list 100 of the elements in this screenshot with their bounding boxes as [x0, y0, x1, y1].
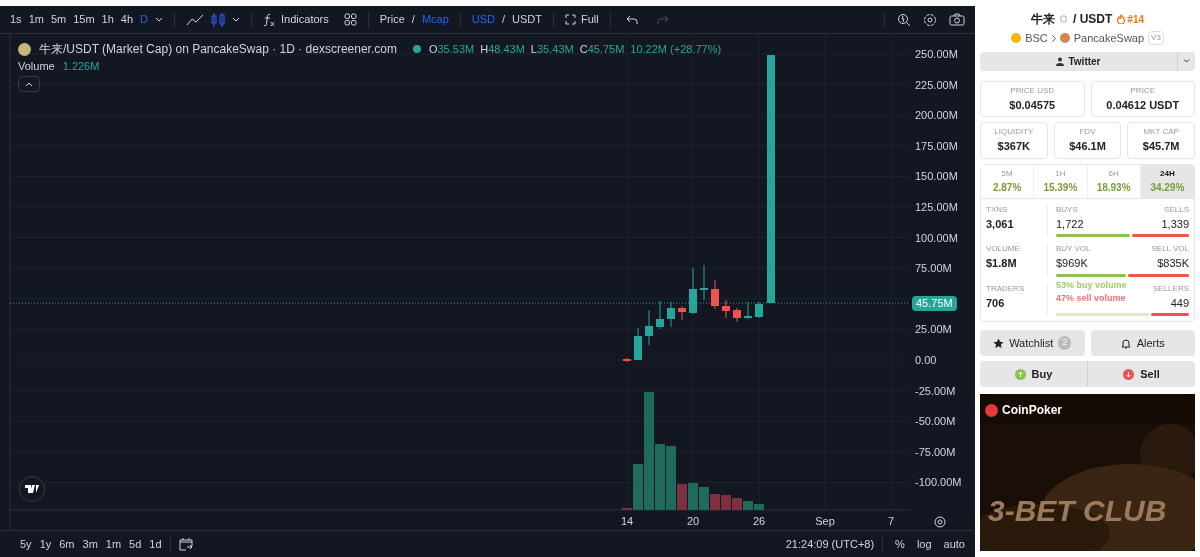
activity-label: SELL VOL [1151, 243, 1189, 255]
ohlc-value: H48.43M [480, 41, 525, 57]
activity-value: $835K [1157, 256, 1189, 271]
indicators-button[interactable]: Indicators [263, 11, 329, 28]
activity-value: 449 [1170, 295, 1189, 311]
stat-label: PRICE USD [1010, 84, 1055, 97]
stat-value: $367K [997, 139, 1031, 154]
y-axis-label: -25.00M [915, 384, 956, 397]
interval-button[interactable]: 15m [73, 11, 95, 28]
dex-name: PancakeSwap [1073, 31, 1145, 46]
range-button[interactable]: 1d [149, 535, 162, 553]
activity-value: $969K [1056, 256, 1088, 271]
scale-option[interactable]: auto [943, 535, 965, 553]
y-axis-label: 225.00M [915, 78, 958, 91]
alerts-button[interactable]: Alerts [1090, 330, 1195, 356]
candle [634, 327, 642, 361]
interval-button[interactable]: 1m [28, 11, 44, 28]
ohlc-value: C45.75M [579, 41, 625, 57]
pair-base: 牛来 [1031, 11, 1055, 28]
candle [733, 307, 741, 323]
timeframe-tab[interactable]: 24H 34.29% [1140, 164, 1194, 198]
count-badge: 2 [1058, 336, 1072, 350]
activity-value: 1,722 [1056, 216, 1084, 232]
x-axis-label: 14 [620, 515, 634, 527]
y-axis-label: -75.00M [915, 445, 956, 458]
interval-button[interactable]: 1s [10, 11, 22, 28]
volume-bar [688, 483, 698, 510]
y-axis-label: 0.00 [915, 354, 937, 366]
chevron-up-icon [25, 81, 33, 87]
ad-banner[interactable]: CoinPoker 3-BET CLUB [980, 394, 1195, 551]
interval-button[interactable]: D [140, 11, 149, 28]
price-mode-toggle[interactable]: Mcap [421, 11, 449, 28]
sell-button[interactable]: Sell [1087, 361, 1195, 387]
clock-time: 21:24:09 (UTC+8) [785, 536, 875, 552]
volume-label: Volume [18, 59, 55, 74]
stat-label: LIQUIDITY [994, 126, 1034, 138]
range-button[interactable]: 3m [82, 535, 98, 553]
slash: / [502, 12, 506, 28]
range-button[interactable]: 6m [59, 535, 75, 553]
trending-rank: #14 [1127, 12, 1144, 27]
stat-label: PRICE [1130, 84, 1155, 97]
y-axis-label: 125.00M [915, 201, 958, 213]
activity-value: $1.8M [986, 256, 1018, 271]
chain-name: BSC [1025, 31, 1048, 46]
buy-button[interactable]: Buy [980, 361, 1087, 387]
activity-label: BUYS [1056, 203, 1078, 216]
interval-button[interactable]: 5m [50, 11, 67, 28]
activity-label: SELLERS [1152, 282, 1189, 295]
candles-icon[interactable] [211, 11, 226, 28]
arrow-down-icon [1123, 368, 1135, 380]
y-axis-label: 200.00M [915, 109, 958, 122]
function-icon [263, 12, 276, 27]
flame-icon [1117, 14, 1126, 24]
range-button[interactable]: 1m [105, 535, 122, 553]
volume-bar [721, 495, 731, 510]
chevron-down-icon[interactable] [232, 17, 241, 22]
scale-option[interactable]: log [916, 535, 932, 553]
candle [700, 264, 708, 301]
settings-icon[interactable] [934, 516, 946, 528]
candle [711, 279, 719, 310]
line-chart-icon[interactable] [186, 13, 205, 26]
y-axis-label: -50.00M [915, 415, 956, 428]
stat-label: MKT CAP [1143, 126, 1179, 138]
watchlist-button[interactable]: Watchlist 2 [980, 330, 1085, 356]
activity-value: 3,061 [986, 216, 1015, 232]
interval-button[interactable]: 1h [101, 11, 114, 28]
y-axis-label: 25.00M [915, 323, 952, 336]
stat-value: $45.7M [1142, 139, 1180, 154]
range-button[interactable]: 5y [20, 535, 32, 553]
y-axis-label: -100.00M [915, 476, 962, 489]
camera-icon[interactable] [949, 13, 965, 26]
calendar-icon[interactable] [178, 537, 193, 551]
price-badge: 45.75M [912, 296, 957, 311]
price-mode-toggle[interactable]: Price [379, 11, 405, 28]
range-button[interactable]: 5d [129, 535, 142, 553]
interval-button[interactable]: 4h [120, 11, 134, 28]
ohlc-value: O35.53M [428, 41, 475, 57]
activity-label: VOLUME [986, 243, 1021, 255]
currency-toggle[interactable]: USD [471, 11, 495, 28]
currency-toggle[interactable]: USDT [512, 11, 543, 28]
candle [645, 309, 653, 346]
zoom-icon[interactable] [897, 12, 911, 27]
grid-icon[interactable] [343, 13, 357, 26]
pair-quote: / USDT [1073, 11, 1113, 28]
range-button[interactable]: 1y [39, 535, 52, 553]
stat-label: FDV [1079, 126, 1096, 138]
settings-icon[interactable] [923, 12, 937, 27]
fullscreen-button[interactable]: Full [565, 11, 599, 28]
y-axis-label: 150.00M [915, 170, 958, 183]
activity-label: TXNS [986, 203, 1009, 216]
activity-label: TRADERS [986, 282, 1026, 295]
ohlc-value: L35.43M [530, 41, 574, 57]
scale-option[interactable]: % [895, 535, 905, 553]
dex-icon [1059, 33, 1070, 44]
chain-icon [1011, 33, 1022, 44]
undo-icon[interactable] [625, 14, 638, 25]
chevron-down-icon[interactable] [155, 17, 164, 22]
y-axis-label: 75.00M [915, 262, 952, 275]
candle [623, 357, 631, 363]
chevron-down-icon [1183, 59, 1190, 63]
